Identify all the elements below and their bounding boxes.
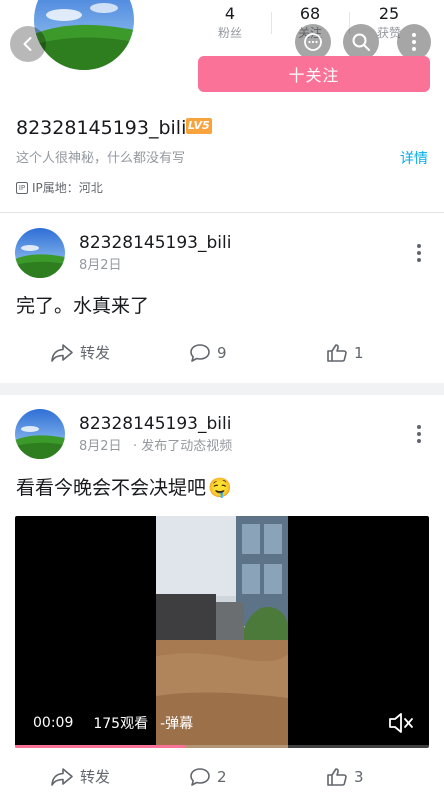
- thumbs-up-icon: [327, 768, 347, 786]
- ip-location: IP IP属地：河北: [16, 180, 103, 196]
- like-count: 1: [354, 344, 364, 362]
- drool-emoji: 🤤: [208, 477, 232, 499]
- likes-count: 25: [378, 4, 400, 23]
- post-author-avatar[interactable]: [15, 228, 65, 278]
- share-icon: [51, 768, 73, 786]
- share-label: 转发: [80, 768, 111, 786]
- chevron-left-icon: [23, 37, 32, 51]
- dot: [417, 439, 421, 443]
- video-progress-bar[interactable]: [15, 745, 429, 748]
- like-button[interactable]: 1: [326, 343, 364, 363]
- fans-label: 粉丝: [217, 26, 242, 40]
- post-date: 8月2日: [79, 439, 122, 454]
- share-button[interactable]: 转发: [50, 767, 110, 787]
- user-space-page: 4 粉丝 68 关注 25 获赞 十关注 82328145193_bili LV…: [0, 0, 444, 800]
- dot: [417, 425, 421, 429]
- share-icon: [51, 344, 73, 362]
- search-button[interactable]: [343, 24, 379, 60]
- more-vertical-icon: [412, 33, 416, 51]
- thumbs-up-icon: [327, 344, 347, 362]
- stat-divider: [271, 12, 272, 34]
- back-button[interactable]: [10, 26, 46, 62]
- video-player[interactable]: 00:09 175观看 -弹幕: [15, 516, 429, 748]
- level-badge: LV5: [186, 118, 212, 134]
- section-gap: [0, 383, 444, 395]
- post-author-name[interactable]: 82328145193_bili: [79, 413, 231, 435]
- fans-count: 4: [224, 4, 236, 23]
- following-count: 68: [299, 4, 321, 23]
- fans-stat[interactable]: 4 粉丝: [198, 4, 262, 42]
- comment-icon: [190, 344, 210, 362]
- post-more-button[interactable]: [409, 424, 429, 444]
- video-progress-fill: [15, 745, 185, 748]
- divider: [0, 212, 444, 213]
- follow-button[interactable]: 十关注: [198, 56, 430, 92]
- comment-button[interactable]: 2: [189, 767, 227, 787]
- comment-count: 9: [217, 344, 227, 362]
- mute-button[interactable]: [387, 710, 415, 736]
- video-danmaku[interactable]: -弹幕: [160, 713, 193, 733]
- comment-icon: [190, 768, 210, 786]
- post-text-row: 看看今晚会不会决堤吧 🤤: [16, 475, 232, 501]
- username: 82328145193_bili: [16, 117, 187, 139]
- post-text: 看看今晚会不会决堤吧: [16, 477, 207, 499]
- profile-avatar[interactable]: [34, 0, 134, 70]
- share-button[interactable]: 转发: [50, 343, 110, 363]
- comment-count: 2: [217, 768, 227, 786]
- post-more-button[interactable]: [409, 243, 429, 263]
- bio-text: 这个人很神秘，什么都没有写: [16, 151, 186, 166]
- like-button[interactable]: 3: [326, 767, 364, 787]
- video-controls: 00:09 175观看 -弹幕: [15, 708, 429, 738]
- dot: [417, 432, 421, 436]
- more-button[interactable]: [397, 24, 431, 60]
- detail-link[interactable]: 详情: [400, 150, 428, 168]
- speaker-muted-icon: [389, 713, 413, 733]
- post-date: 8月2日: [79, 258, 122, 273]
- post-author-name[interactable]: 82328145193_bili: [79, 232, 231, 254]
- ip-location-text: IP属地：河北: [32, 181, 103, 195]
- message-button[interactable]: [295, 24, 331, 60]
- video-time: 00:09: [33, 715, 74, 731]
- post-author-avatar[interactable]: [15, 409, 65, 459]
- like-count: 3: [354, 768, 364, 786]
- dot: [417, 258, 421, 262]
- video-views: 175观看: [93, 716, 149, 732]
- comment-button[interactable]: 9: [189, 343, 227, 363]
- share-label: 转发: [80, 344, 111, 362]
- search-icon: [352, 33, 370, 51]
- post-text: 完了。水真来了: [16, 295, 150, 317]
- ip-icon: IP: [16, 182, 28, 194]
- post-type-label: · 发布了动态视频: [133, 439, 233, 454]
- dot: [417, 251, 421, 255]
- chat-bubble-icon: [304, 33, 322, 51]
- dot: [417, 244, 421, 248]
